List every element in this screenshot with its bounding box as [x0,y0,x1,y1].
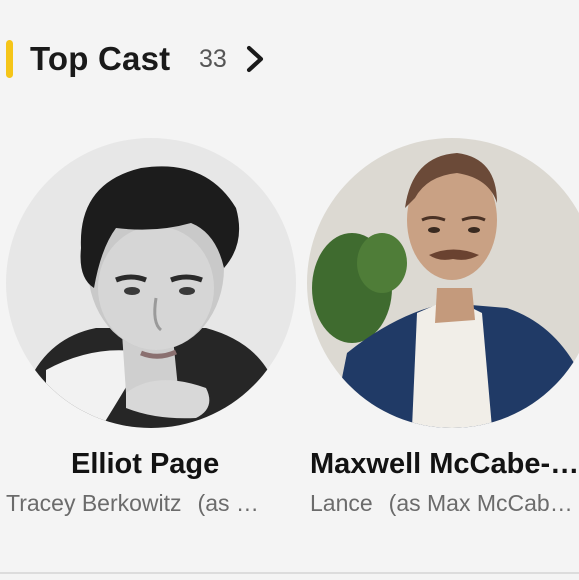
actor-photo[interactable] [307,138,579,428]
credit-note: (as Max McCab… [388,490,573,516]
credit-note: (as … [197,490,259,516]
character-name: Tracey Berkowitz (as … [6,487,259,519]
section-divider [0,572,579,574]
cast-carousel[interactable]: Elliot Page Tracey Berkowitz (as … Maxwe… [0,138,579,538]
actor-name[interactable]: Elliot Page [71,444,219,484]
top-cast-section: Top Cast 33 Elliot Page Tracey Berkowitz… [0,0,579,580]
character-label: Lance [310,490,373,516]
section-accent-bar [6,40,13,78]
character-name: Lance (as Max McCab… [310,487,579,519]
chevron-right-icon[interactable] [240,42,270,76]
section-header[interactable]: Top Cast 33 [0,36,579,84]
actor-photo[interactable] [6,138,296,428]
actor-name[interactable]: Maxwell McCabe-… [310,444,579,484]
cast-count: 33 [199,45,227,73]
character-label: Tracey Berkowitz [6,490,182,516]
section-title: Top Cast [30,40,171,77]
